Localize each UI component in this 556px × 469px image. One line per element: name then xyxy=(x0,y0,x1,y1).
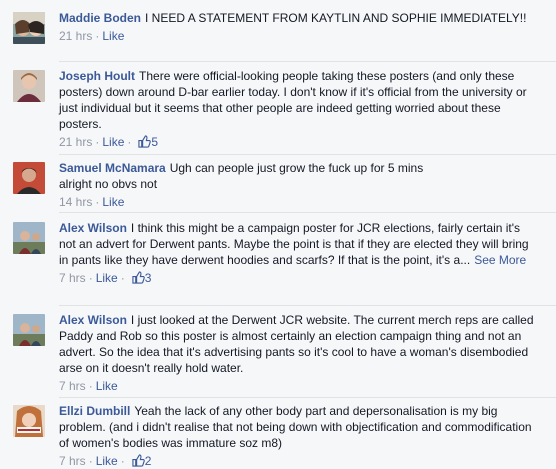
like-button[interactable]: Like xyxy=(96,454,118,468)
avatar[interactable] xyxy=(13,222,45,254)
comment-meta: 14 hrs · Like xyxy=(59,195,125,209)
see-more-link[interactable]: See More xyxy=(474,253,526,267)
comment-time[interactable]: 21 hrs xyxy=(59,29,92,43)
divider xyxy=(59,212,556,213)
comment-time[interactable]: 14 hrs xyxy=(59,195,92,209)
avatar[interactable] xyxy=(13,70,45,102)
like-count-value: 5 xyxy=(151,135,159,149)
comment-text: I NEED A STATEMENT FROM KAYTLIN AND SOPH… xyxy=(145,11,527,25)
comment-meta: 7 hrs · Like · 2 xyxy=(59,454,152,468)
avatar[interactable] xyxy=(13,405,45,437)
divider xyxy=(59,305,556,306)
like-button[interactable]: Like xyxy=(102,29,124,43)
comment-time[interactable]: 7 hrs xyxy=(59,379,86,393)
divider xyxy=(59,397,556,398)
like-button[interactable]: Like xyxy=(102,135,124,149)
divider xyxy=(59,154,556,155)
like-button[interactable]: Like xyxy=(102,195,124,209)
comment-time[interactable]: 21 hrs xyxy=(59,135,92,149)
like-count[interactable]: 3 xyxy=(132,271,152,285)
like-button[interactable]: Like xyxy=(96,271,118,285)
comment-text: I just looked at the Derwent JCR website… xyxy=(59,313,534,375)
comment-author[interactable]: Maddie Boden xyxy=(59,11,141,25)
like-button[interactable]: Like xyxy=(96,379,118,393)
thumbs-up-icon xyxy=(132,271,145,284)
like-count[interactable]: 5 xyxy=(138,135,158,149)
comment-meta: 21 hrs · Like · 5 xyxy=(59,135,159,149)
like-count[interactable]: 2 xyxy=(132,454,152,468)
like-count-value: 3 xyxy=(144,271,152,285)
comment-meta: 7 hrs · Like xyxy=(59,379,118,393)
comment-author[interactable]: Samuel McNamara xyxy=(59,161,166,175)
comment-time[interactable]: 7 hrs xyxy=(59,271,86,285)
comment-author[interactable]: Joseph Hoult xyxy=(59,69,135,83)
comment-meta: 7 hrs · Like · 3 xyxy=(59,271,152,285)
avatar[interactable] xyxy=(13,314,45,346)
comment-author[interactable]: Alex Wilson xyxy=(59,313,127,327)
comment-meta: 21 hrs · Like xyxy=(59,29,125,43)
comment-time[interactable]: 7 hrs xyxy=(59,454,86,468)
comment-author[interactable]: Ellzi Dumbill xyxy=(59,404,130,418)
avatar[interactable] xyxy=(13,162,45,194)
thumbs-up-icon xyxy=(138,135,152,148)
thumbs-up-icon xyxy=(132,454,145,467)
comment-text: I think this might be a campaign poster … xyxy=(59,221,529,267)
divider xyxy=(59,61,556,62)
avatar[interactable] xyxy=(13,12,45,44)
like-count-value: 2 xyxy=(144,454,152,468)
comment-author[interactable]: Alex Wilson xyxy=(59,221,127,235)
